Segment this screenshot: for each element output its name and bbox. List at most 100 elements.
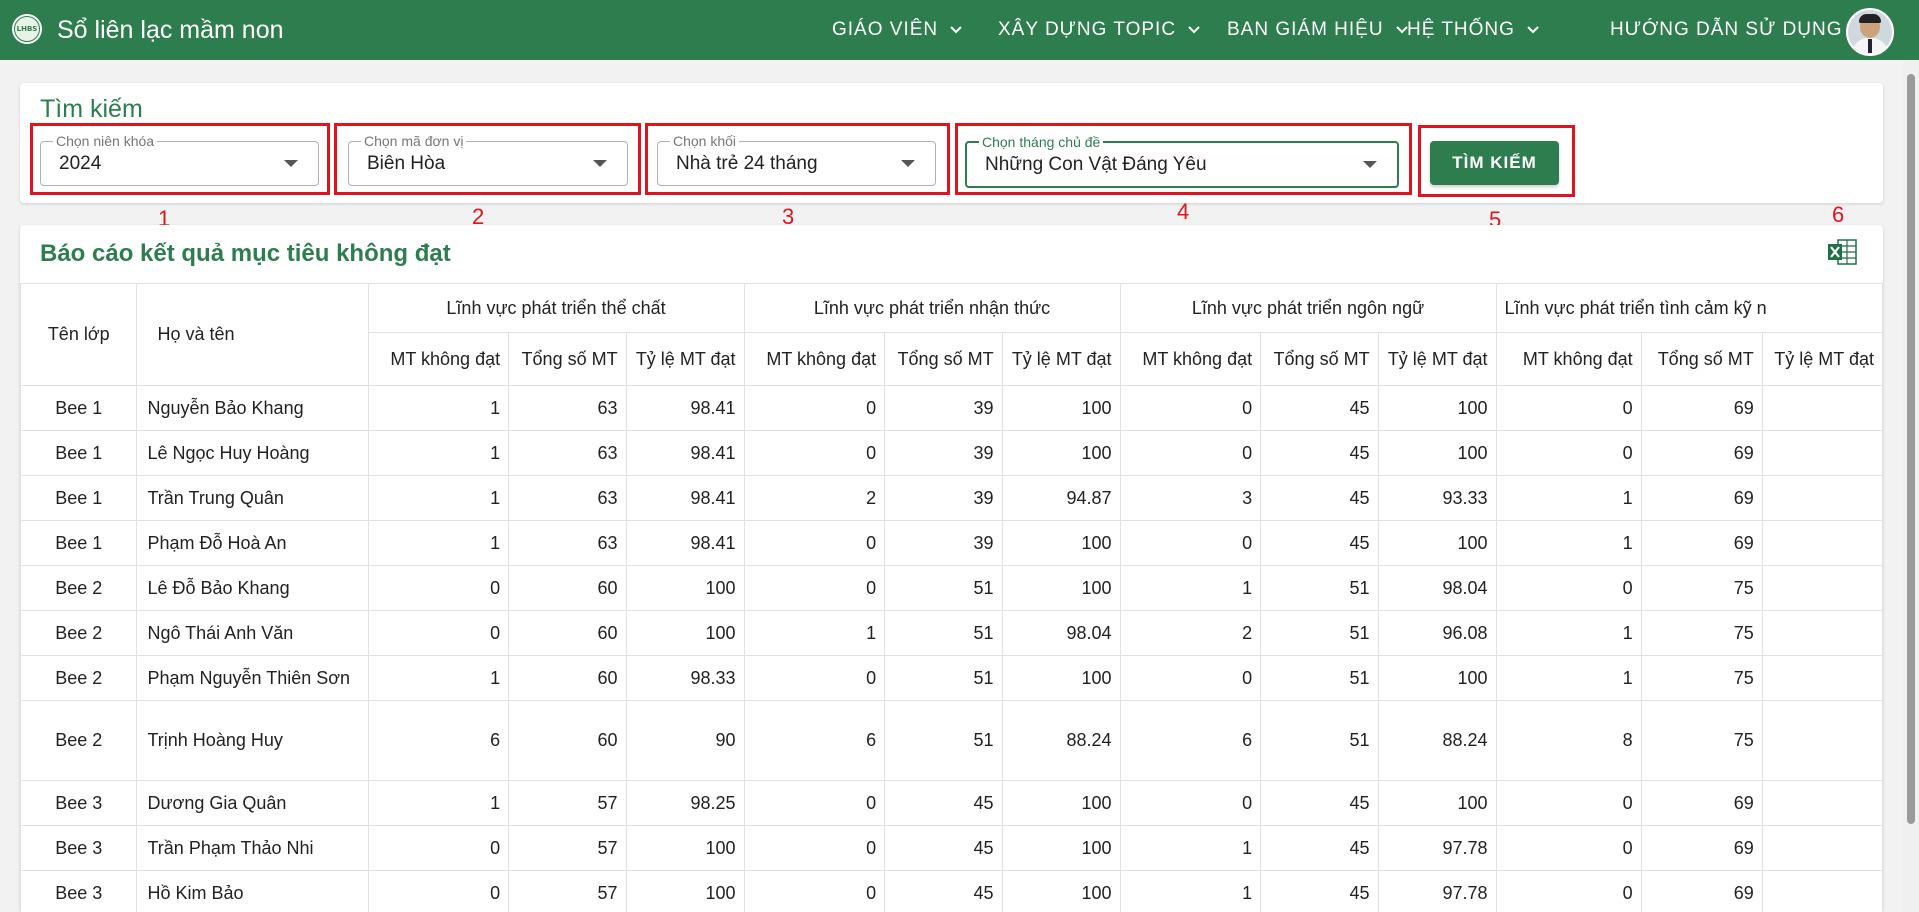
sub-header-rate: Tỷ lệ MT đạt [1377,332,1497,386]
scrollbar-thumb[interactable] [1907,74,1915,824]
sub-header-failed: MT không đạt [367,332,510,386]
cell-value: 1 [1495,475,1642,521]
cell-value: 98.04 [1001,610,1121,656]
annotation-box-5 [1418,125,1575,197]
col-header-name[interactable]: Họ và tên [136,283,369,386]
nav-xay-dung-topic[interactable]: XÂY DỰNG TOPIC [998,0,1200,60]
report-table-container[interactable]: Tên lớp Họ và tên Lĩnh vực phát triển th… [20,283,1883,912]
excel-export-icon[interactable] [1826,236,1858,268]
cell-value: 51 [884,610,1003,656]
cell-value: 45 [1260,780,1379,826]
cell-value: 75 [1640,565,1763,611]
cell-name: Phạm Nguyễn Thiên Sơn [136,655,369,701]
cell-value: 69 [1640,825,1763,871]
sub-header-rate: Tỷ lệ MT đạt [1761,332,1883,386]
cell-value [1761,565,1883,611]
table-row: Bee 1 Trần Trung Quân 1 63 98.41 2 39 94.87 3 45 9… [20,475,1883,521]
sub-header-total: Tổng số MT [884,332,1003,386]
cell-value: 0 [1495,430,1642,476]
cell-value: 98.41 [625,430,745,476]
sub-header-rate: Tỷ lệ MT đạt [1001,332,1121,386]
cell-value: 45 [1260,520,1379,566]
sub-header-failed: MT không đạt [1119,332,1262,386]
cell-value: 75 [1640,700,1763,781]
sub-header-failed: MT không đạt [743,332,886,386]
cell-name: Lê Ngọc Huy Hoàng [136,430,369,476]
cell-value: 0 [367,870,510,912]
cell-value: 2 [743,475,886,521]
table-row: Bee 1 Nguyễn Bảo Khang 1 63 98.41 0 39 100 0 45 10… [20,385,1883,431]
cell-value [1761,870,1883,912]
nav-huong-dan-su-dung[interactable]: HƯỚNG DẪN SỬ DỤNG [1610,0,1843,60]
group-header-physical: Lĩnh vực phát triển thể chất [367,283,745,333]
annotation-box-2 [334,123,641,195]
cell-value [1761,610,1883,656]
cell-value: 45 [1260,475,1379,521]
cell-name: Lê Đỗ Bảo Khang [136,565,369,611]
cell-class: Bee 3 [20,825,138,871]
cell-value: 39 [884,475,1003,521]
cell-value: 1 [1119,870,1262,912]
cell-name: Trịnh Hoàng Huy [136,700,369,781]
nav-ban-giam-hieu[interactable]: BAN GIÁM HIỆU [1227,0,1408,60]
cell-class: Bee 1 [20,475,138,521]
cell-value: 63 [508,475,627,521]
top-app-bar: LHBS Sổ liên lạc mầm non GIÁO VIÊN XÂY D… [0,0,1919,60]
cell-class: Bee 3 [20,780,138,826]
app-logo[interactable]: LHBS [12,14,42,44]
cell-value: 69 [1640,520,1763,566]
table-row: Bee 1 Lê Ngọc Huy Hoàng 1 63 98.41 0 39 100 0 45 1… [20,430,1883,476]
cell-value [1761,475,1883,521]
cell-value: 0 [1495,385,1642,431]
nav-he-thong[interactable]: HỆ THỐNG [1407,0,1539,60]
avatar[interactable] [1846,8,1894,56]
cell-value: 57 [508,825,627,871]
nav-label: HƯỚNG DẪN SỬ DỤNG [1610,19,1843,40]
cell-value: 0 [743,655,886,701]
cell-value: 69 [1640,780,1763,826]
annotation-box-4 [955,123,1412,195]
nav-giao-vien[interactable]: GIÁO VIÊN [832,0,962,60]
report-title: Báo cáo kết quả mục tiêu không đạt [40,240,451,267]
cell-value: 100 [1377,780,1497,826]
cell-value: 45 [1260,870,1379,912]
chevron-down-icon [1395,26,1408,34]
chevron-down-icon [950,26,962,34]
cell-value: 1 [367,520,510,566]
cell-value: 0 [1495,780,1642,826]
cell-value: 69 [1640,385,1763,431]
table-row: Bee 2 Phạm Nguyễn Thiên Sơn 1 60 98.33 0 51 100… [20,655,1883,701]
cell-value [1761,520,1883,566]
cell-value: 75 [1640,655,1763,701]
cell-value: 88.24 [1377,700,1497,781]
cell-name: Nguyễn Bảo Khang [136,385,369,431]
cell-value: 51 [1260,610,1379,656]
col-header-class[interactable]: Tên lớp [20,283,138,386]
cell-class: Bee 1 [20,385,138,431]
annotation-label-4: 4 [1177,199,1190,224]
cell-value: 69 [1640,870,1763,912]
cell-value: 100 [1001,780,1121,826]
cell-name: Hồ Kim Bảo [136,870,369,912]
cell-value: 45 [1260,430,1379,476]
cell-value: 0 [1119,430,1262,476]
page-scrollbar[interactable] [1903,60,1919,912]
cell-value [1761,385,1883,431]
sub-header-total: Tổng số MT [1640,332,1763,386]
cell-value: 0 [743,565,886,611]
cell-value: 69 [1640,475,1763,521]
nav-label: BAN GIÁM HIỆU [1227,19,1384,40]
table-row: Bee 2 Trịnh Hoàng Huy 6 60 90 6 51 88.24 6 51 88.2… [20,700,1883,781]
cell-value [1761,780,1883,826]
app-title[interactable]: Sổ liên lạc mầm non [57,16,284,45]
cell-value: 1 [367,385,510,431]
cell-value: 51 [1260,700,1379,781]
cell-value: 98.41 [625,385,745,431]
cell-value: 8 [1495,700,1642,781]
cell-value: 63 [508,430,627,476]
cell-value: 0 [1119,385,1262,431]
cell-value: 98.41 [625,475,745,521]
cell-value: 57 [508,870,627,912]
cell-value: 98.25 [625,780,745,826]
cell-value: 0 [1119,780,1262,826]
